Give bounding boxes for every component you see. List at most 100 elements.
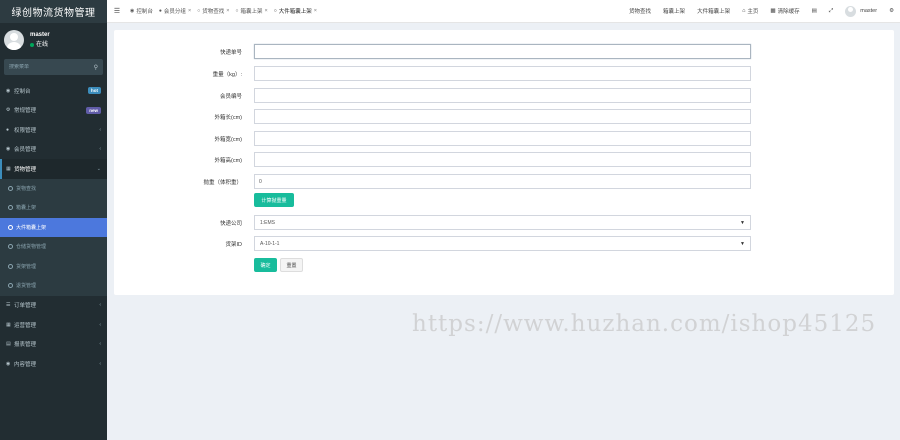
weight-input[interactable] [254, 66, 751, 81]
file-icon: ◉ [6, 360, 11, 367]
avatar [4, 29, 24, 50]
hot-badge: hot [88, 87, 101, 95]
user-circle-icon: ◉ [6, 146, 11, 153]
sidebar-item-members[interactable]: ◉ 会员管理 ‹ [0, 140, 107, 160]
sidebar-item-content[interactable]: ◉ 内容管理 ‹ [0, 354, 107, 374]
nav-box-shelf[interactable]: 箱囊上架 [657, 7, 691, 15]
form-row-courier: 快递公司 1:EMS ▼ [114, 215, 894, 230]
circle-icon [8, 263, 13, 269]
sidebar-item-permissions[interactable]: ● 权限管理 ‹ [0, 120, 107, 140]
form-row-tracking-no: 快递单号 [114, 44, 894, 59]
sidebar-item-goods[interactable]: ▦ 货物管理 ⌄ [0, 159, 107, 179]
tab-goods-search[interactable]: ○ 货物查找 × [194, 0, 232, 23]
group-icon: ● [6, 126, 10, 133]
user-menu[interactable]: master [839, 5, 883, 17]
calc-volume-weight-button[interactable]: 计算抛重量 [254, 193, 294, 207]
submit-button[interactable]: 确定 [254, 258, 277, 272]
online-dot-icon [30, 42, 34, 47]
chevron-down-icon: ⌄ [96, 165, 101, 172]
cogs-icon: ⚙ [6, 107, 11, 114]
volume-weight-input[interactable] [254, 174, 751, 189]
nav-goods-search[interactable]: 货物查找 [623, 7, 657, 15]
sidebar-subitem-goods-search[interactable]: 货物查找 [0, 179, 107, 199]
close-icon[interactable]: × [226, 8, 229, 14]
circle-icon [8, 224, 13, 230]
form-row-shelf: 货架ID A-10-1-1 ▼ [114, 236, 894, 251]
sidebar-subitem-large-box-shelf[interactable]: 大件箱囊上架 [0, 217, 107, 237]
search-icon[interactable]: ⚲ [94, 64, 98, 71]
sidebar-subitem-shelf-manage[interactable]: 货架管理 [0, 257, 107, 277]
form-row-member-no: 会员编号 [114, 88, 894, 103]
volume-weight-label: 抛重（体积重） [203, 179, 242, 186]
list-icon: ☰ [6, 302, 11, 309]
nav-home[interactable]: ⌂ 主页 [736, 7, 764, 15]
height-label: 外箱高(cm) [214, 157, 243, 164]
shelf-select[interactable]: A-10-1-1 ▼ [254, 236, 751, 251]
sidebar-item-dashboard[interactable]: ◉ 控制台 hot [0, 81, 107, 101]
tab-box-shelf[interactable]: ○ 箱囊上架 × [232, 0, 270, 23]
chevron-left-icon: ‹ [99, 321, 101, 328]
tab-large-box-shelf[interactable]: ○ 大件箱囊上架 × [271, 0, 320, 23]
sidebar-item-orders[interactable]: ☰ 订单管理 ‹ [0, 296, 107, 316]
close-icon[interactable]: × [264, 8, 267, 14]
circle-icon: ○ [197, 8, 201, 14]
shelf-label: 货架ID [225, 241, 242, 248]
close-icon[interactable]: × [314, 8, 317, 14]
form-row-weight: 重量（kg）: [114, 66, 894, 81]
topbar: ☰ ◉ 控制台 ● 会员分组 × ○ 货物查找 × ○ 箱囊上架 × ○ 大件箱… [107, 0, 900, 23]
tracking-no-input[interactable] [254, 44, 751, 59]
chevron-left-icon: ‹ [99, 146, 101, 153]
nav-large-box-shelf[interactable]: 大件箱囊上架 [691, 7, 736, 15]
chevron-left-icon: ‹ [99, 360, 101, 367]
form-row-height: 外箱高(cm) [114, 152, 894, 167]
app-title[interactable]: 绿创物流货物管理 [0, 0, 107, 23]
form-row-width: 外箱宽(cm) [114, 131, 894, 146]
fullscreen-icon[interactable]: ⤢ [823, 8, 839, 15]
tab-dashboard[interactable]: ◉ 控制台 [127, 0, 156, 23]
close-icon[interactable]: × [188, 8, 191, 14]
sidebar-subitem-warehouse-goods[interactable]: 仓储货物管理 [0, 237, 107, 257]
form-row-actions: 确定 重置 [114, 258, 894, 272]
height-input[interactable] [254, 152, 751, 167]
menu-toggle-icon[interactable]: ☰ [107, 7, 127, 15]
member-no-input[interactable] [254, 88, 751, 103]
chevron-left-icon: ‹ [99, 302, 101, 309]
circle-icon: ○ [235, 8, 239, 14]
member-no-label: 会员编号 [219, 93, 242, 100]
sidebar-item-reports[interactable]: ▤ 报表管理 ‹ [0, 335, 107, 355]
avatar [845, 5, 857, 17]
gears-icon[interactable]: ⚙ [883, 8, 900, 14]
form-row-volume-weight: 抛重（体积重） [114, 174, 894, 189]
users-icon: ● [158, 8, 162, 14]
form-row-calc: 计算抛重量 [114, 193, 894, 207]
sidebar-search-input[interactable] [9, 64, 79, 70]
width-input[interactable] [254, 131, 751, 146]
caret-down-icon: ▼ [740, 240, 745, 247]
trash-icon: ▩ [770, 8, 776, 14]
chevron-left-icon: ‹ [99, 341, 101, 348]
weight-label: 重量（kg）: [212, 71, 242, 78]
circle-icon: ○ [273, 8, 277, 14]
circle-icon [8, 244, 13, 250]
dashboard-icon: ◉ [130, 8, 135, 14]
nav-clear-cache[interactable]: ▩ 清除缓存 [764, 7, 805, 15]
sidebar-subitem-returns[interactable]: 退货管理 [0, 276, 107, 296]
watermark: https://www.huzhan.com/ishop45125 [412, 311, 877, 337]
sidebar: 绿创物流货物管理 master 在线 ⚲ ◉ 控制台 hot ⚙ 常规管理 ne… [0, 0, 107, 440]
new-badge: new [86, 106, 101, 114]
user-name: master [30, 31, 50, 38]
courier-label: 快递公司 [219, 220, 242, 227]
dashboard-icon: ◉ [6, 87, 11, 94]
chart-icon: ▤ [6, 341, 11, 348]
truck-icon: ▦ [6, 165, 11, 172]
courier-select[interactable]: 1:EMS ▼ [254, 215, 751, 230]
sidebar-item-general[interactable]: ⚙ 常规管理 new [0, 101, 107, 121]
sidebar-item-operations[interactable]: ▦ 运营管理 ‹ [0, 315, 107, 335]
language-icon[interactable]: ▤ [806, 8, 823, 14]
circle-icon [8, 283, 13, 289]
reset-button[interactable]: 重置 [280, 258, 303, 272]
length-label: 外箱长(cm) [214, 114, 243, 121]
tab-member-group[interactable]: ● 会员分组 × [156, 0, 194, 23]
sidebar-subitem-box-shelf[interactable]: 箱囊上架 [0, 198, 107, 218]
length-input[interactable] [254, 109, 751, 124]
